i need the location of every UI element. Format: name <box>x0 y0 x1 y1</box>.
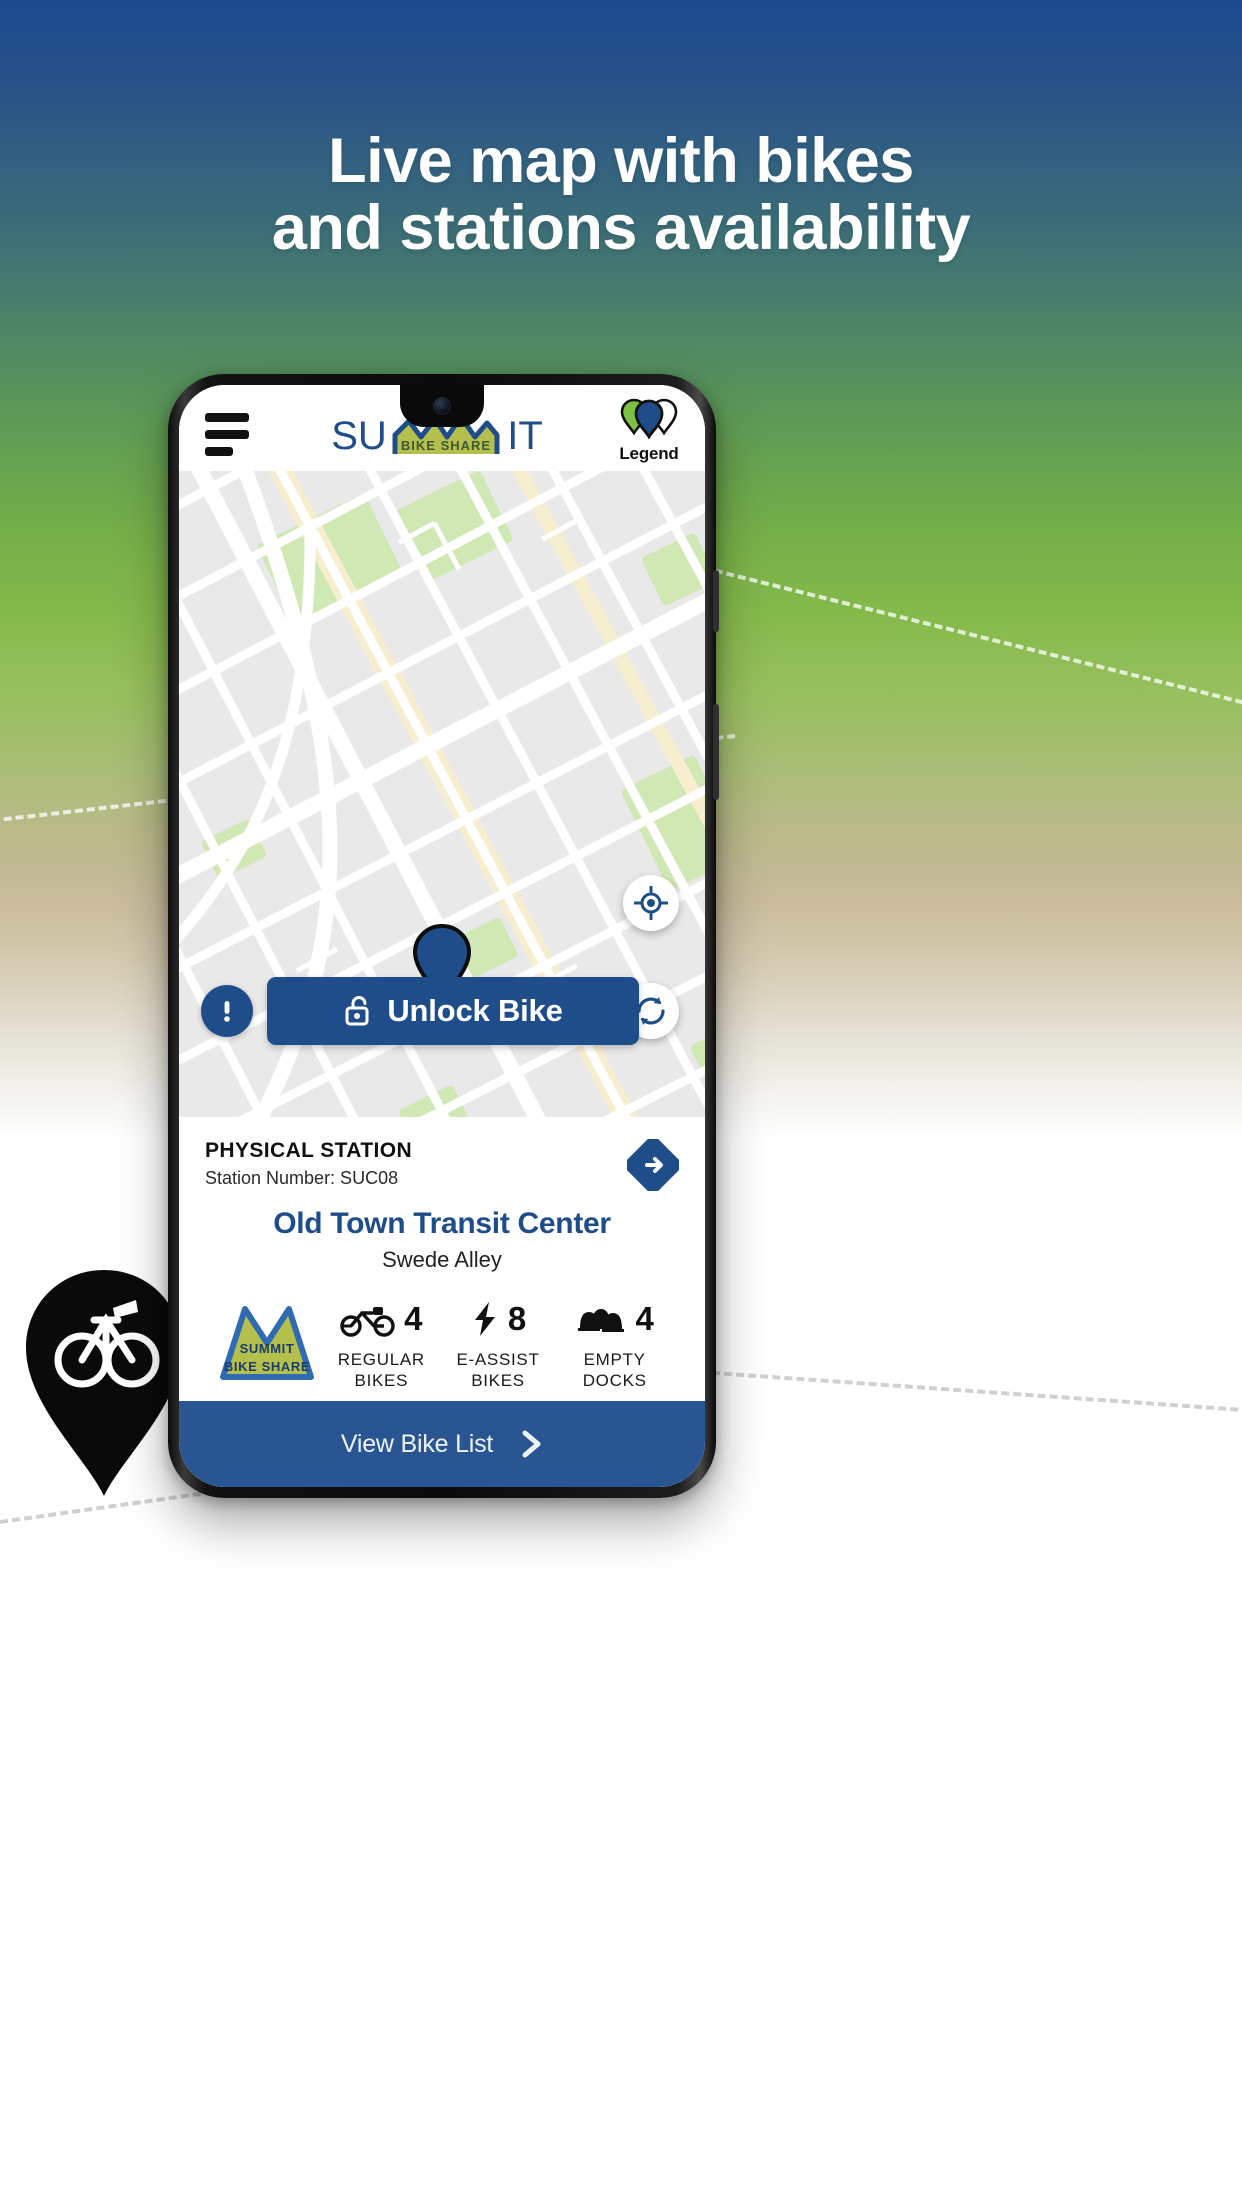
unlock-bike-button[interactable]: Unlock Bike <box>267 976 639 1045</box>
legend-button[interactable]: Legend <box>613 397 685 464</box>
directions-arrow-icon <box>627 1138 679 1191</box>
svg-text:IT: IT <box>507 414 543 457</box>
stat-value: 8 <box>507 1300 527 1337</box>
phone-notch <box>400 385 484 427</box>
open-padlock-icon <box>345 995 369 1025</box>
promo-headline: Live map with bikes and stations availab… <box>0 128 1242 262</box>
phone-mockup: SU IT BIKE SHARE Legend Unlock Bike PHYS… <box>168 374 719 1498</box>
menu-bar <box>205 430 249 439</box>
stat-value: 4 <box>404 1300 423 1337</box>
app-screen: SU IT BIKE SHARE Legend Unlock Bike PHYS… <box>179 385 705 1487</box>
unlock-bike-label: Unlock Bike <box>387 992 563 1028</box>
legend-label: Legend <box>619 444 679 463</box>
view-bike-list-button[interactable]: View Bike List <box>179 1401 705 1487</box>
station-stats-row: SUMMIT BIKE SHARE 4 REGULAR BIKES 8 E-AS… <box>205 1297 679 1392</box>
stat-label: EMPTY DOCKS <box>582 1349 647 1390</box>
menu-bar <box>205 447 233 456</box>
station-address: Swede Alley <box>382 1246 502 1272</box>
view-bike-list-label: View Bike List <box>340 1429 494 1458</box>
svg-text:SU: SU <box>331 414 387 457</box>
chevron-right-icon <box>519 1430 543 1458</box>
menu-bar <box>205 413 249 422</box>
alert-button[interactable] <box>201 984 253 1037</box>
crosshair-icon <box>634 885 668 920</box>
front-camera-icon <box>433 397 451 415</box>
bolt-icon <box>474 1301 495 1336</box>
map-pins-icon <box>620 398 678 440</box>
station-kind: PHYSICAL STATION <box>205 1138 413 1162</box>
stat-label: E-ASSIST BIKES <box>456 1349 540 1390</box>
docks-icon <box>577 1308 624 1332</box>
svg-text:BIKE SHARE: BIKE SHARE <box>224 1359 310 1374</box>
svg-text:SUMMIT: SUMMIT <box>240 1341 295 1356</box>
hamburger-menu-icon[interactable] <box>205 413 249 464</box>
locate-me-button[interactable] <box>623 874 679 931</box>
directions-button[interactable] <box>627 1138 679 1191</box>
refresh-icon <box>637 996 665 1025</box>
bicycle-icon <box>340 1306 395 1337</box>
stat-eassist-bikes: 8 E-ASSIST BIKES <box>440 1297 557 1392</box>
phone-volume-button <box>713 570 719 632</box>
station-name: Old Town Transit Center <box>273 1206 611 1240</box>
promo-headline-line-1: Live map with bikes <box>328 126 914 196</box>
phone-power-button <box>713 704 719 800</box>
stat-empty-docks: 4 EMPTY DOCKS <box>556 1297 673 1392</box>
stat-value: 4 <box>635 1300 654 1337</box>
station-info-card: PHYSICAL STATION Station Number: SUC08 O… <box>179 1116 705 1401</box>
svg-text:BIKE SHARE: BIKE SHARE <box>401 438 491 453</box>
exclamation-icon <box>224 1000 230 1022</box>
promo-headline-line-2: and stations availability <box>271 192 971 263</box>
bike-pin-icon <box>20 1268 188 1498</box>
summit-bike-share-badge: SUMMIT BIKE SHARE <box>211 1297 323 1381</box>
station-number: Station Number: SUC08 <box>205 1167 399 1188</box>
stat-label: REGULAR BIKES <box>337 1349 425 1390</box>
map-view[interactable]: Unlock Bike <box>179 471 705 1117</box>
stat-regular-bikes: 4 REGULAR BIKES <box>323 1297 440 1392</box>
